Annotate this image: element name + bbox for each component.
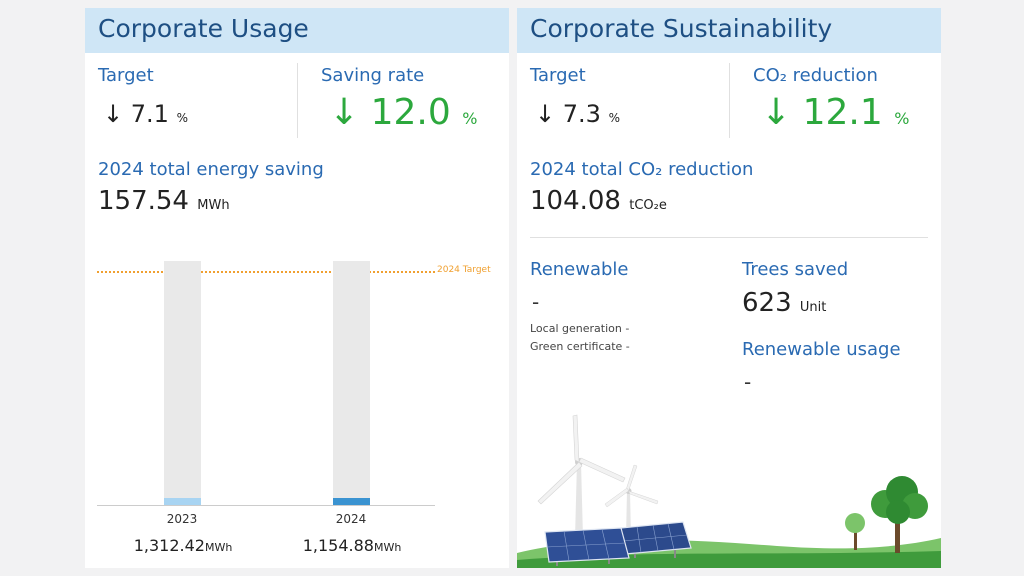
corporate-sustainability-card: Corporate Sustainability Target ↓ 7.3 % …	[517, 8, 941, 568]
trees-saved-label: Trees saved	[742, 259, 849, 280]
bar-value-2024: 1,154.88MWh	[302, 536, 402, 555]
down-arrow-icon: ↓	[329, 92, 360, 133]
down-arrow-icon: ↓	[103, 100, 124, 128]
bar-2024	[333, 498, 370, 505]
sustainability-card-title: Corporate Sustainability	[517, 8, 941, 53]
bar-track-2023	[164, 261, 201, 505]
sus-target-label: Target	[530, 65, 586, 86]
co2-reduction-label: CO₂ reduction	[753, 65, 878, 86]
tree-icon	[845, 513, 865, 550]
tree-icon	[871, 476, 928, 553]
total-energy-saving-value: 157.54 MWh	[98, 186, 230, 216]
renewable-value: -	[532, 290, 540, 314]
saving-rate-label: Saving rate	[321, 65, 425, 86]
green-certificate-label: Green certificate -	[530, 340, 630, 353]
target-line-label: 2024 Target	[437, 265, 491, 275]
usage-card-title: Corporate Usage	[85, 8, 509, 53]
total-co2-reduction-value: 104.08 tCO₂e	[530, 186, 667, 216]
renewable-usage-value: -	[744, 370, 752, 394]
total-energy-saving-label: 2024 total energy saving	[98, 159, 324, 180]
down-arrow-icon: ↓	[535, 100, 556, 128]
wind-turbine-icon	[537, 414, 626, 538]
total-co2-reduction-label: 2024 total CO₂ reduction	[530, 159, 754, 180]
usage-target-value: ↓ 7.1 %	[103, 100, 188, 128]
down-arrow-icon: ↓	[761, 92, 792, 133]
local-generation-label: Local generation -	[530, 322, 630, 335]
sus-target-value: ↓ 7.3 %	[535, 100, 620, 128]
renewable-energy-illustration	[517, 414, 941, 568]
divider	[729, 63, 730, 138]
saving-rate-value: ↓ 12.0 %	[329, 92, 478, 133]
co2-reduction-value: ↓ 12.1 %	[761, 92, 910, 133]
trees-saved-value: 623 Unit	[742, 288, 827, 318]
usage-target-label: Target	[98, 65, 154, 86]
renewable-usage-label: Renewable usage	[742, 339, 901, 360]
bar-2023	[164, 498, 201, 505]
year-label-2023: 2023	[166, 512, 198, 526]
bar-track-2024	[333, 261, 370, 505]
year-label-2024: 2024	[335, 512, 367, 526]
corporate-usage-card: Corporate Usage Target ↓ 7.1 % Saving ra…	[85, 8, 509, 568]
divider	[297, 63, 298, 138]
chart-axis	[97, 505, 435, 506]
section-divider	[530, 237, 928, 238]
target-line	[97, 271, 435, 273]
bar-value-2023: 1,312.42MWh	[133, 536, 233, 555]
renewable-label: Renewable	[530, 259, 629, 280]
energy-bar-chart: 2024 Target 2023 2024 1,312.42MWh 1,154.…	[85, 248, 509, 568]
